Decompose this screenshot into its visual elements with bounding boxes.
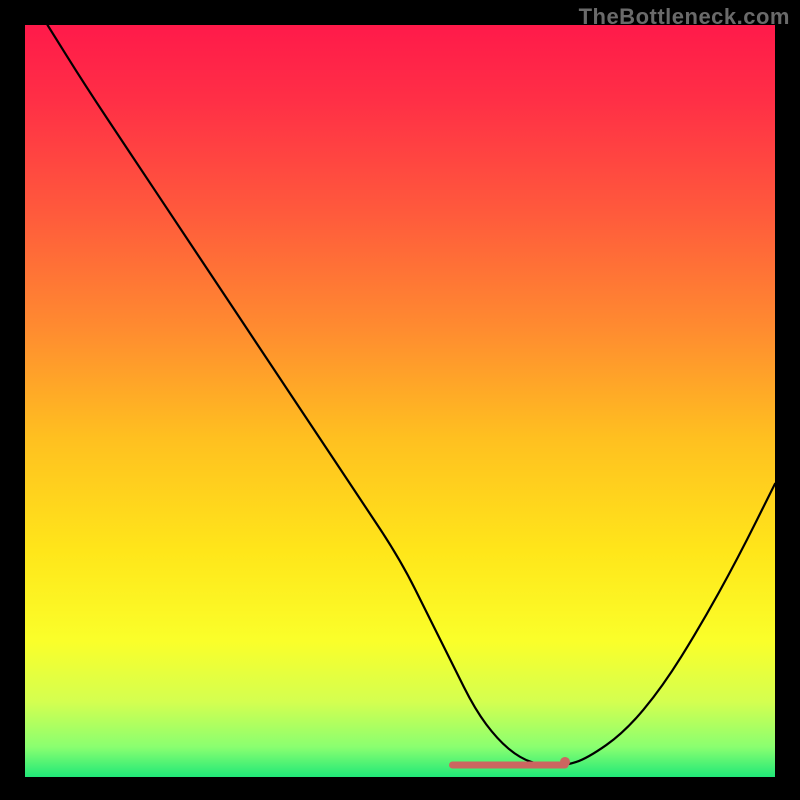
bottleneck-chart [25, 25, 775, 777]
chart-frame: TheBottleneck.com [0, 0, 800, 800]
optimal-zone-end-dot [560, 757, 570, 767]
watermark-text: TheBottleneck.com [579, 4, 790, 30]
gradient-background [25, 25, 775, 777]
